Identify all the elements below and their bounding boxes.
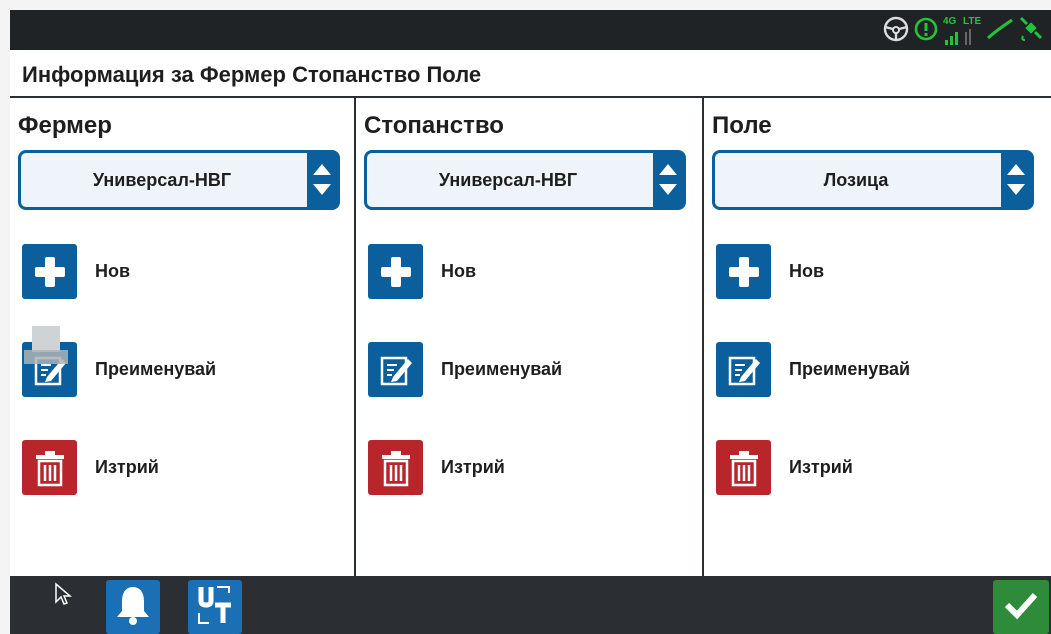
signal-icon[interactable]: 4G LTE: [943, 14, 983, 48]
rename-label: Преименувай: [789, 359, 911, 379]
checkmark-icon: [1001, 585, 1041, 630]
ut-button[interactable]: [188, 580, 242, 634]
guidance-line-icon[interactable]: [985, 14, 1015, 49]
plus-icon: [716, 244, 771, 299]
new-button[interactable]: Нов: [368, 244, 476, 299]
farm-selector[interactable]: Универсал-НВГ: [364, 150, 686, 210]
spinner-arrows-icon[interactable]: [307, 153, 337, 207]
field-selector[interactable]: Лозица: [712, 150, 1034, 210]
selector-value: Универсал-НВГ: [92, 170, 232, 190]
spinner-arrows-icon[interactable]: [1001, 153, 1031, 207]
confirm-button[interactable]: [993, 580, 1049, 634]
new-button[interactable]: Нов: [22, 244, 130, 299]
column-farm: Стопанство Универсал-НВГ Нов Преименувай…: [356, 98, 704, 576]
delete-label: Изтрий: [95, 457, 159, 477]
rename-label: Преименувай: [95, 359, 217, 379]
drag-ghost: [22, 326, 68, 366]
farmer-selector[interactable]: Универсал-НВГ: [18, 150, 340, 210]
status-bar: 4G LTE: [10, 10, 1051, 50]
rename-button[interactable]: Преименувай: [716, 342, 910, 397]
rename-button[interactable]: Преименувай: [368, 342, 562, 397]
rename-label: Преименувай: [441, 359, 563, 379]
plus-icon: [22, 244, 77, 299]
cursor-icon: [54, 582, 73, 611]
trash-icon: [22, 440, 77, 495]
gps-icon[interactable]: [913, 14, 941, 49]
selector-value: Универсал-НВГ: [438, 170, 578, 190]
new-label: Нов: [441, 261, 477, 281]
new-button[interactable]: Нов: [716, 244, 824, 299]
column-heading: Поле: [712, 112, 772, 139]
screen-border-top: [0, 0, 1051, 10]
column-field: Поле Лозица Нов Преименувай Изтрий: [704, 98, 1051, 576]
title-bar: Информация за Фермер Стопанство Поле: [10, 50, 1051, 98]
plus-icon: [368, 244, 423, 299]
ut-icon: [195, 583, 235, 632]
edit-icon: [368, 342, 423, 397]
satellite-icon[interactable]: [1017, 14, 1047, 49]
delete-label: Изтрий: [441, 457, 505, 477]
lte-label: LTE: [963, 16, 982, 27]
column-heading: Стопанство: [364, 112, 504, 139]
bell-icon: [113, 583, 153, 632]
spinner-arrows-icon[interactable]: [653, 153, 683, 207]
trash-icon: [368, 440, 423, 495]
bottom-bar: [10, 576, 1051, 634]
network-label: 4G: [943, 16, 957, 27]
selector-value: Лозица: [823, 170, 889, 190]
screen-border-left: [0, 0, 10, 634]
delete-button[interactable]: Изтрий: [22, 440, 159, 495]
new-label: Нов: [789, 261, 825, 281]
page-title: Информация за Фермер Стопанство Поле: [22, 62, 482, 87]
delete-button[interactable]: Изтрий: [716, 440, 853, 495]
delete-button[interactable]: Изтрий: [368, 440, 505, 495]
steering-wheel-icon[interactable]: [881, 14, 911, 49]
alarm-button[interactable]: [106, 580, 160, 634]
column-heading: Фермер: [18, 112, 112, 139]
edit-icon: [716, 342, 771, 397]
new-label: Нов: [95, 261, 131, 281]
trash-icon: [716, 440, 771, 495]
delete-label: Изтрий: [789, 457, 853, 477]
